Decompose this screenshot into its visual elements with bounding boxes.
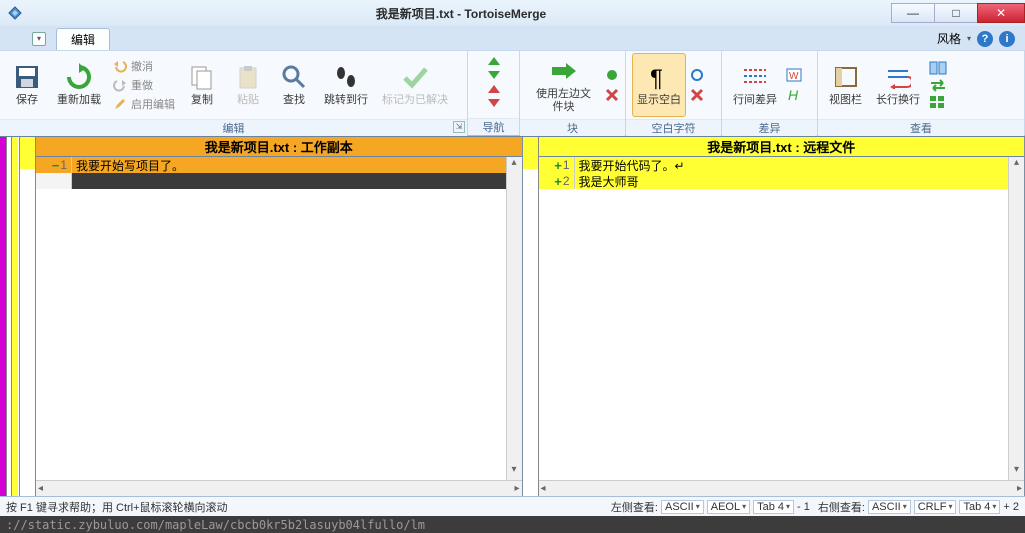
window-title: 我是新项目.txt - TortoiseMerge (30, 5, 892, 22)
quick-access-row: ▾ 编辑 风格 ▾ ? i (0, 26, 1025, 50)
reload-icon (64, 62, 94, 92)
wrap-button[interactable]: 长行换行 (871, 53, 925, 117)
group-label-edit: 编辑 (223, 123, 245, 135)
right-pane-title: 我是新项目.txt : 远程文件 (539, 137, 1025, 157)
redo-button[interactable]: 重做 (110, 76, 177, 94)
left-line-eof (36, 173, 522, 189)
maximize-button[interactable]: □ (934, 3, 978, 23)
inline-diff-icon (740, 62, 770, 92)
group-label-nav: 导航 (468, 118, 519, 135)
viewbar-icon (831, 62, 861, 92)
undo-button[interactable]: 撤消 (110, 57, 177, 75)
view-swap-icon[interactable] (929, 78, 947, 92)
footsteps-icon (331, 62, 361, 92)
status-right-tab[interactable]: Tab 4▾ (959, 500, 1000, 514)
right-line-2[interactable]: +2 我是大师哥 (539, 173, 1025, 189)
diff-panes: 我是新项目.txt : 工作副本 −1 我要开始写项目了。 ▴▾ ◂▸ 我是新项… (0, 136, 1025, 496)
paste-icon (233, 62, 263, 92)
overview-gutter[interactable] (0, 137, 20, 496)
status-right-label: 右侧查看: (818, 499, 865, 515)
left-pane-title: 我是新项目.txt : 工作副本 (36, 137, 522, 157)
nav-next-diff-icon[interactable] (486, 97, 502, 109)
nav-next-conflict-icon[interactable] (486, 69, 502, 81)
ws-x-icon[interactable] (690, 88, 704, 102)
save-button[interactable]: 保存 (6, 53, 48, 117)
pilcrow-icon: ¶ (644, 62, 674, 92)
status-right-encoding[interactable]: ASCII▾ (868, 500, 911, 514)
close-button[interactable]: ✕ (977, 3, 1025, 23)
group-launcher-edit[interactable]: ⇲ (453, 121, 465, 133)
minimize-button[interactable]: — (891, 3, 935, 23)
right-vscrollbar[interactable]: ▴▾ (1008, 157, 1024, 480)
status-help-text: 按 F1 键寻求帮助；用 Ctrl+鼠标滚轮横向滚动 (6, 499, 228, 515)
group-label-ws: 空白字符 (626, 119, 721, 136)
copy-button[interactable]: 复制 (181, 53, 223, 117)
pencil-icon (112, 96, 128, 112)
viewbar-button[interactable]: 视图栏 (824, 53, 867, 117)
nav-prev-diff-icon[interactable] (486, 83, 502, 95)
undo-icon (112, 58, 128, 74)
find-button[interactable]: 查找 (273, 53, 315, 117)
left-vscrollbar[interactable]: ▴▾ (506, 157, 522, 480)
left-pane-body[interactable]: −1 我要开始写项目了。 ▴▾ (36, 157, 522, 480)
group-label-block: 块 (520, 119, 625, 136)
locator-bar-left[interactable] (20, 137, 36, 496)
right-line-1[interactable]: +1 我要开始代码了。↵ (539, 157, 1025, 173)
left-pane: 我是新项目.txt : 工作副本 −1 我要开始写项目了。 ▴▾ ◂▸ (36, 137, 523, 496)
search-icon (279, 62, 309, 92)
svg-text:¶: ¶ (650, 65, 663, 90)
goto-button[interactable]: 跳转到行 (319, 53, 373, 117)
ws-circle-icon[interactable] (690, 68, 704, 82)
left-line-1[interactable]: −1 我要开始写项目了。 (36, 157, 522, 173)
group-label-diff: 差异 (722, 119, 817, 136)
tab-edit[interactable]: 编辑 (56, 28, 110, 50)
ribbon: 保存 重新加载 撤消 重做 启用编辑 复制 粘贴 查找 (0, 50, 1025, 136)
status-left-count: - 1 (797, 501, 810, 513)
statusbar: 按 F1 键寻求帮助；用 Ctrl+鼠标滚轮横向滚动 左侧查看: ASCII▾ … (0, 496, 1025, 516)
info-icon[interactable]: i (999, 31, 1015, 47)
style-label: 风格 (937, 30, 961, 47)
help-icon[interactable]: ? (977, 31, 993, 47)
paste-button[interactable]: 粘贴 (227, 53, 269, 117)
mark-resolved-button[interactable]: 标记为已解决 (377, 53, 453, 117)
status-left-label: 左侧查看: (611, 499, 658, 515)
right-pane-body[interactable]: +1 我要开始代码了。↵ +2 我是大师哥 ▴▾ (539, 157, 1025, 480)
view-grid-icon[interactable] (929, 95, 947, 109)
style-dropdown-icon[interactable]: ▾ (967, 34, 971, 43)
left-hscrollbar[interactable]: ◂▸ (36, 480, 522, 496)
use-left-block-button[interactable]: 使用左边文件块 (526, 53, 601, 117)
diff-h-icon[interactable]: H (786, 88, 802, 102)
view-split-icon[interactable] (929, 61, 947, 75)
status-left-tab[interactable]: Tab 4▾ (753, 500, 794, 514)
status-right-count: + 2 (1003, 501, 1019, 513)
arrow-right-icon (549, 56, 579, 86)
locator-bar-right[interactable] (523, 137, 539, 496)
block-dot-icon[interactable] (605, 68, 619, 82)
right-hscrollbar[interactable]: ◂▸ (539, 480, 1025, 496)
inline-diff-button[interactable]: 行间差异 (728, 53, 782, 117)
svg-text:W: W (789, 71, 799, 82)
check-icon (400, 62, 430, 92)
status-left-encoding[interactable]: ASCII▾ (661, 500, 704, 514)
nav-prev-conflict-icon[interactable] (486, 55, 502, 67)
cropped-text: ://static.zybuluo.com/mapleLaw/cbcb0kr5b… (0, 516, 1025, 533)
enable-edit-button[interactable]: 启用编辑 (110, 95, 177, 113)
diff-w-icon[interactable]: W (786, 68, 802, 82)
titlebar: 我是新项目.txt - TortoiseMerge — □ ✕ (0, 0, 1025, 26)
wrap-icon (883, 62, 913, 92)
right-pane: 我是新项目.txt : 远程文件 +1 我要开始代码了。↵ +2 我是大师哥 ▴… (539, 137, 1025, 496)
reload-button[interactable]: 重新加载 (52, 53, 106, 117)
status-left-eol[interactable]: AEOL▾ (707, 500, 750, 514)
block-x-icon[interactable] (605, 88, 619, 102)
app-icon (6, 4, 24, 22)
save-icon (12, 62, 42, 92)
qat-dropdown[interactable]: ▾ (32, 32, 46, 46)
group-label-view: 查看 (818, 119, 1024, 136)
redo-icon (112, 77, 128, 93)
show-whitespace-button[interactable]: ¶ 显示空白 (632, 53, 686, 117)
copy-icon (187, 62, 217, 92)
svg-text:H: H (788, 88, 799, 102)
status-right-eol[interactable]: CRLF▾ (914, 500, 957, 514)
